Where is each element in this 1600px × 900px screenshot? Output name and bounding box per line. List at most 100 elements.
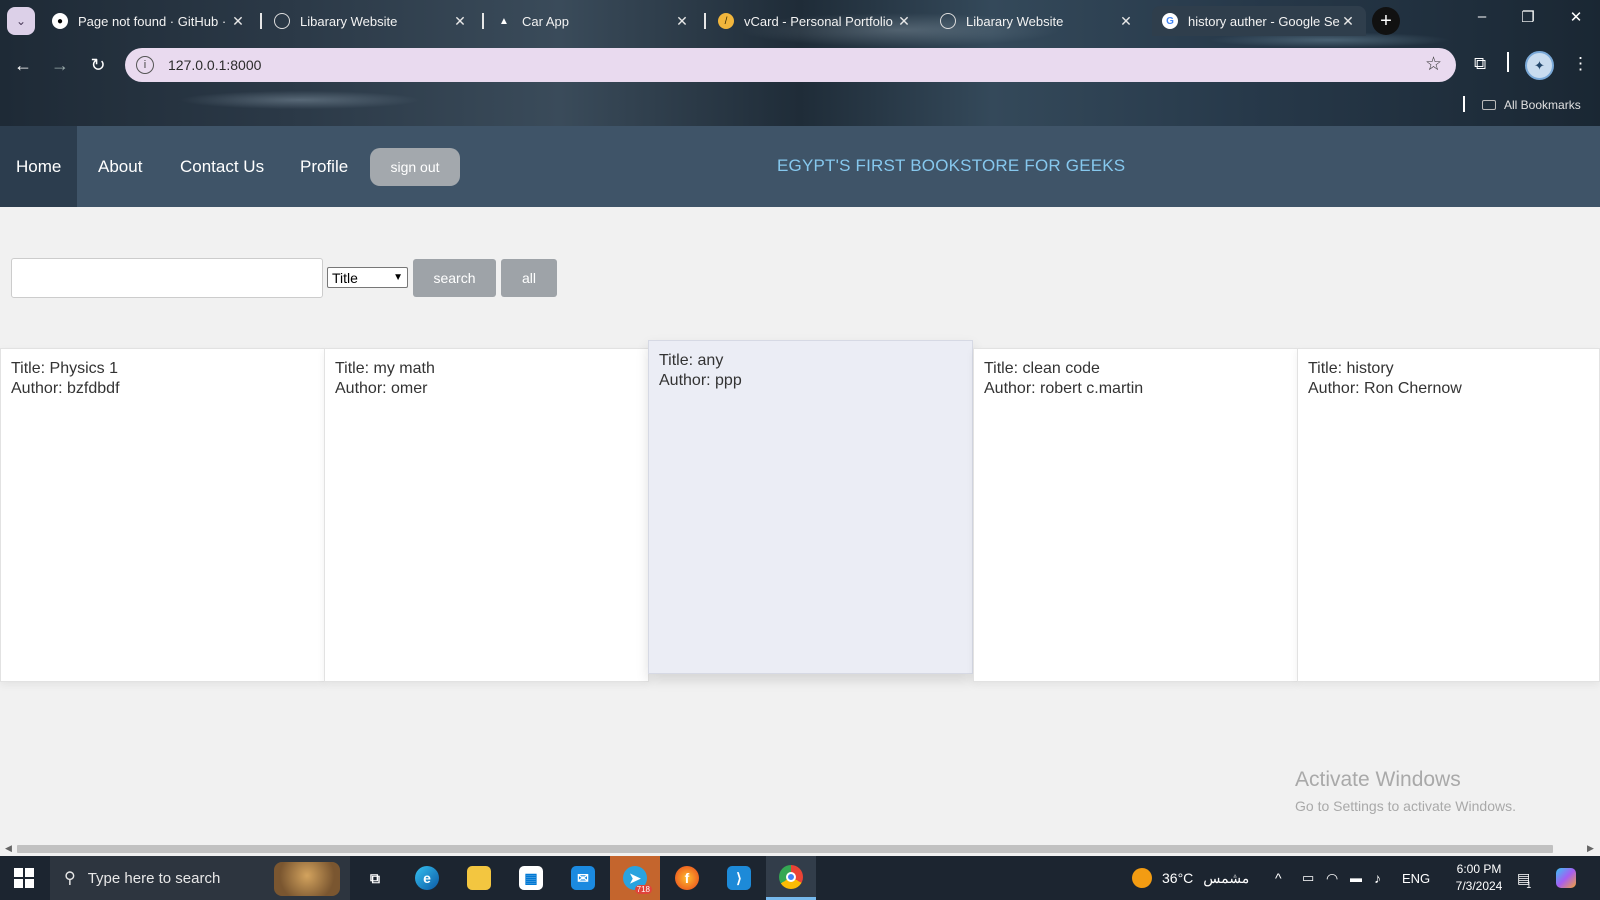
nav-contact[interactable]: Contact Us (180, 126, 264, 207)
all-button[interactable]: all (501, 259, 557, 297)
all-bookmarks-button[interactable]: All Bookmarks (1482, 98, 1581, 112)
watermark-subtitle: Go to Settings to activate Windows. (1295, 798, 1516, 814)
nav-about[interactable]: About (98, 126, 142, 207)
task-view-icon[interactable]: ⧉ (350, 856, 400, 900)
bookmark-star-icon[interactable]: ☆ (1425, 53, 1442, 76)
minimize-icon[interactable]: – (1472, 8, 1492, 25)
windows-start-icon[interactable] (14, 868, 34, 888)
profile-avatar[interactable]: ✦ (1525, 51, 1554, 80)
close-icon[interactable]: ✕ (1340, 13, 1356, 30)
book-title: Title: clean code (984, 360, 1100, 377)
browser-chrome: ⌄ ● Page not found · GitHub · C ✕ Libara… (0, 0, 1600, 126)
copilot-icon[interactable] (1556, 856, 1576, 900)
browser-tab[interactable]: / vCard - Personal Portfolio ✕ (708, 6, 922, 36)
book-author: Author: Ron Chernow (1308, 380, 1462, 397)
globe-icon (940, 13, 956, 29)
restore-icon[interactable]: ❐ (1518, 8, 1538, 26)
nav-home[interactable]: Home (0, 126, 78, 207)
sign-out-button[interactable]: sign out (370, 148, 460, 186)
tab-title: vCard - Personal Portfolio (744, 13, 893, 29)
window-close-icon[interactable]: ✕ (1566, 8, 1586, 26)
chevron-down-icon: ▼ (393, 272, 403, 283)
menu-kebab-icon[interactable]: ⋮ (1572, 54, 1589, 74)
wifi-icon[interactable]: ◠ (1326, 856, 1338, 900)
clock-time: 6:00 PM (1456, 862, 1502, 876)
notifications-icon[interactable]: ▤ 1 (1517, 856, 1531, 900)
github-icon: ● (52, 13, 68, 29)
chrome-icon[interactable] (766, 856, 816, 900)
triangle-icon: ▲ (499, 15, 509, 27)
book-card[interactable]: Title: my math Author: omer (324, 348, 649, 682)
book-card[interactable]: Title: clean code Author: robert c.marti… (973, 348, 1298, 682)
back-icon[interactable]: ← (12, 54, 34, 76)
weather-temp: 36°C (1162, 870, 1194, 886)
book-title: Title: my math (335, 360, 435, 377)
browser-tab-active[interactable]: G history auther - Google Se ✕ (1152, 6, 1366, 36)
forward-icon[interactable]: → (49, 54, 71, 76)
close-icon[interactable]: ✕ (674, 13, 690, 30)
book-title: Title: Physics 1 (11, 360, 118, 377)
reload-icon[interactable]: ↻ (87, 54, 109, 76)
browser-tab[interactable]: ● Page not found · GitHub · C ✕ (42, 6, 256, 36)
close-icon[interactable]: ✕ (896, 13, 912, 30)
tab-title: Libarary Website (966, 13, 1064, 29)
volume-icon[interactable]: ♪ (1374, 856, 1381, 900)
address-bar[interactable]: i 127.0.0.1:8000 ☆ (125, 48, 1456, 82)
globe-icon (274, 13, 290, 29)
browser-tab[interactable]: Libarary Website ✕ (930, 6, 1144, 36)
book-title: Title: any (659, 352, 724, 369)
search-icon: ⚲ (64, 870, 76, 887)
site-tagline: EGYPT'S FIRST BOOKSTORE FOR GEEKS (777, 156, 1126, 175)
toolbar-divider (1507, 52, 1509, 72)
nav-profile[interactable]: Profile (300, 126, 348, 207)
windows-taskbar: ⚲ Type here to search ⧉ e ▦ ✉ ➤ 718 f ⟩ … (0, 856, 1600, 900)
close-icon[interactable]: ✕ (452, 13, 468, 30)
tab-strip: ⌄ ● Page not found · GitHub · C ✕ Libara… (0, 0, 1600, 42)
meet-now-icon[interactable]: ▭ (1302, 856, 1314, 900)
search-button[interactable]: search (413, 259, 496, 297)
scroll-right-icon[interactable]: ▶ (1587, 843, 1594, 854)
page-content: Home About Contact Us Profile sign out E… (0, 126, 1600, 842)
taskbar-search[interactable]: ⚲ Type here to search (50, 856, 350, 900)
search-input[interactable] (11, 258, 323, 298)
site-info-icon[interactable]: i (136, 56, 154, 74)
horizontal-scrollbar[interactable]: ◀ ▶ (0, 842, 1600, 856)
book-author: Author: ppp (659, 372, 742, 389)
book-card[interactable]: Title: any Author: ppp (648, 340, 973, 674)
all-bookmarks-label: All Bookmarks (1504, 98, 1581, 112)
mail-icon[interactable]: ✉ (558, 856, 608, 900)
tab-search-button[interactable]: ⌄ (7, 7, 35, 35)
clock[interactable]: 6:00 PM 7/3/2024 (1447, 861, 1511, 895)
battery-icon[interactable]: ▬ (1350, 856, 1362, 900)
firefox-icon[interactable]: f (662, 856, 712, 900)
new-tab-button[interactable]: + (1372, 7, 1400, 35)
close-icon[interactable]: ✕ (230, 13, 246, 30)
telegram-badge: 718 (634, 885, 652, 894)
language-indicator[interactable]: ENG (1402, 856, 1430, 900)
clock-date: 7/3/2024 (1455, 879, 1503, 893)
browser-tab[interactable]: Libarary Website ✕ (264, 6, 478, 36)
file-explorer-icon[interactable] (454, 856, 504, 900)
book-card[interactable]: Title: Physics 1 Author: bzfdbdf (0, 348, 325, 682)
avatar-icon: ✦ (1534, 57, 1545, 73)
telegram-icon[interactable]: ➤ 718 (610, 856, 660, 900)
chevron-down-icon: ⌄ (15, 14, 27, 28)
scrollbar-thumb[interactable] (17, 845, 1553, 853)
search-field-select[interactable]: Title ▼ (327, 267, 408, 288)
tab-title: Libarary Website (300, 13, 398, 29)
show-hidden-icons[interactable]: ^ (1275, 856, 1282, 900)
book-author: Author: omer (335, 380, 428, 397)
url-text[interactable]: 127.0.0.1:8000 (168, 57, 261, 73)
scroll-left-icon[interactable]: ◀ (5, 843, 12, 854)
tab-separator (704, 13, 706, 29)
vscode-icon[interactable]: ⟩ (714, 856, 764, 900)
weather-widget[interactable]: 36°C مشمس (1132, 856, 1249, 900)
store-icon[interactable]: ▦ (506, 856, 556, 900)
book-card[interactable]: Title: history Author: Ron Chernow (1297, 348, 1600, 682)
edge-icon[interactable]: e (402, 856, 452, 900)
extensions-icon[interactable]: ⧉ (1474, 54, 1486, 74)
vcard-icon: / (718, 13, 734, 29)
close-icon[interactable]: ✕ (1118, 13, 1134, 30)
browser-tab[interactable]: ▲ Car App ✕ (486, 6, 700, 36)
bookmarks-bar: All Bookmarks (0, 92, 1600, 118)
